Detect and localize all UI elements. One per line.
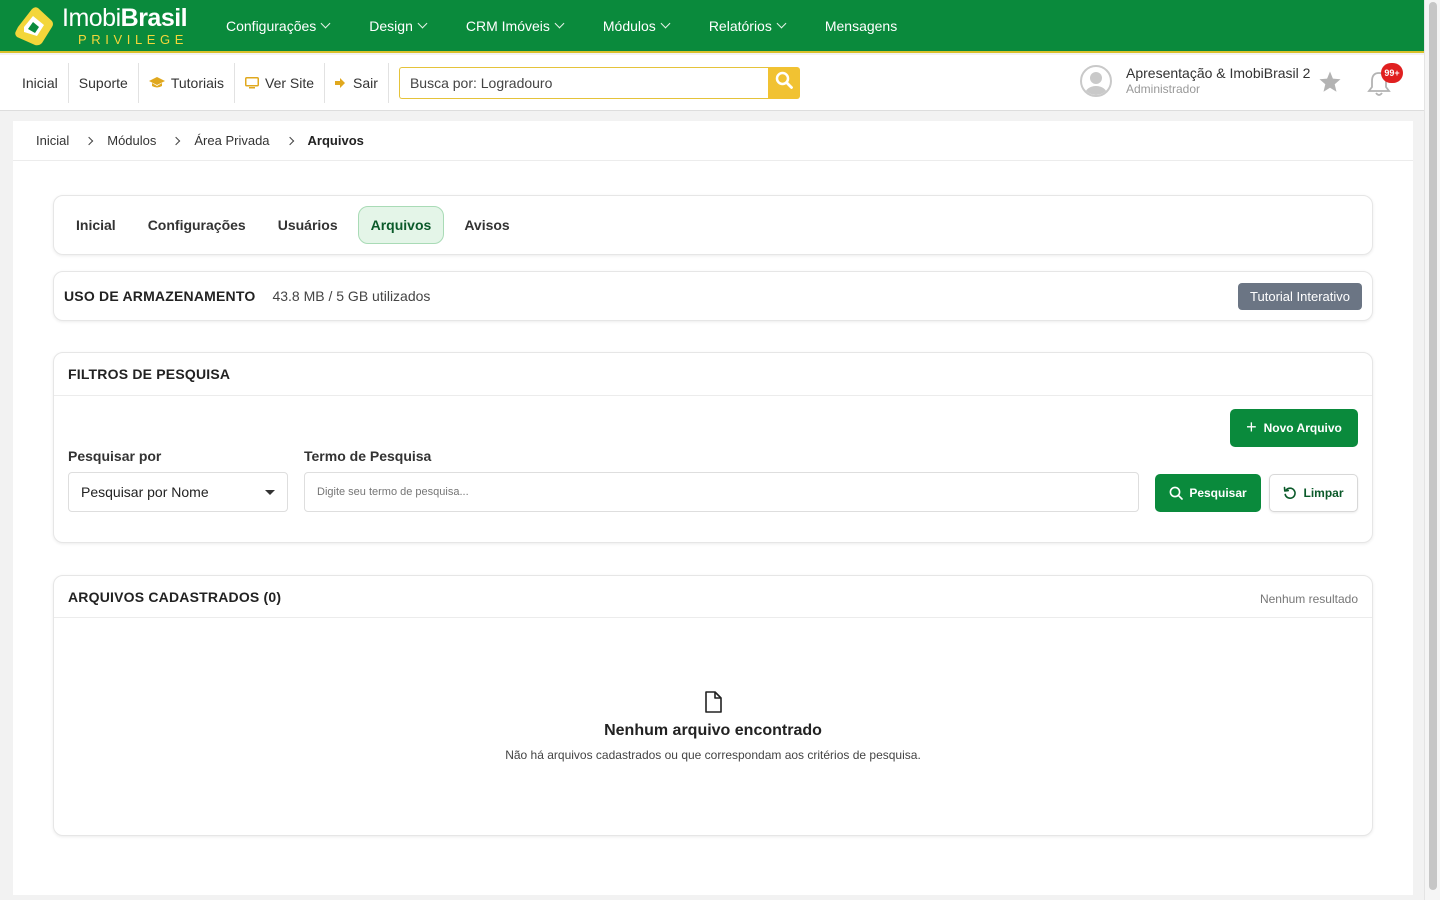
nav-relatorios[interactable]: Relatórios	[709, 18, 787, 34]
brand-logo[interactable]: ImobiBrasil PRIVILEGE	[12, 2, 202, 50]
user-role: Administrador	[1126, 82, 1201, 97]
breadcrumb-item-inicial[interactable]: Inicial	[36, 133, 69, 148]
chevron-down-icon	[660, 18, 671, 29]
new-file-button[interactable]: + Novo Arquivo	[1230, 409, 1358, 447]
clear-button[interactable]: Limpar	[1269, 474, 1358, 512]
nav-crm-imoveis[interactable]: CRM Imóveis	[466, 18, 565, 34]
toolbar-link-suporte[interactable]: Suporte	[69, 62, 139, 103]
chevron-right-icon	[285, 136, 294, 145]
breadcrumb-item-area-privada[interactable]: Área Privada	[194, 133, 269, 148]
tab-configuracoes[interactable]: Configurações	[136, 206, 258, 244]
empty-state-description: Não há arquivos cadastrados ou que corre…	[505, 748, 921, 762]
user-menu[interactable]: Apresentação & ImobiBrasil 2 Administrad…	[1080, 65, 1310, 97]
chevron-down-icon	[554, 18, 565, 29]
global-search	[398, 66, 800, 99]
top-navbar: ImobiBrasil PRIVILEGE Configurações Desi…	[0, 0, 1424, 53]
tutorial-interativo-button[interactable]: Tutorial Interativo	[1238, 283, 1362, 310]
storage-value: 43.8 MB / 5 GB utilizados	[272, 288, 431, 304]
graduation-cap-icon	[148, 76, 165, 89]
search-icon	[775, 71, 793, 94]
main-content: Inicial Módulos Área Privada Arquivos In…	[13, 121, 1413, 895]
logo-tagline: PRIVILEGE	[78, 31, 189, 47]
plus-icon: +	[1246, 416, 1257, 437]
results-title: ARQUIVOS CADASTRADOS (0)	[54, 576, 1372, 618]
file-icon	[704, 691, 722, 718]
breadcrumb: Inicial Módulos Área Privada Arquivos	[13, 121, 1413, 161]
module-tabs: Inicial Configurações Usuários Arquivos …	[53, 195, 1373, 255]
files-results-panel: ARQUIVOS CADASTRADOS (0) Nenhum resultad…	[53, 575, 1373, 836]
global-search-button[interactable]	[767, 66, 800, 99]
search-term-label: Termo de Pesquisa	[304, 448, 432, 464]
main-nav: Configurações Design CRM Imóveis Módulos…	[226, 0, 937, 51]
tab-arquivos[interactable]: Arquivos	[357, 206, 445, 244]
tab-usuarios[interactable]: Usuários	[266, 206, 350, 244]
caret-down-icon	[265, 490, 275, 495]
reset-icon	[1283, 486, 1297, 500]
search-by-select[interactable]: Pesquisar por Nome	[68, 472, 288, 512]
chevron-right-icon	[85, 136, 94, 145]
storage-label: USO DE ARMAZENAMENTO	[64, 288, 256, 304]
sign-out-icon	[335, 77, 347, 88]
empty-state-title: Nenhum arquivo encontrado	[604, 722, 822, 739]
tab-avisos[interactable]: Avisos	[452, 206, 521, 244]
search-icon	[1169, 486, 1184, 500]
tab-inicial[interactable]: Inicial	[64, 206, 128, 244]
chevron-down-icon	[417, 18, 428, 29]
page-scrollbar[interactable]	[1424, 0, 1440, 900]
search-by-label: Pesquisar por	[68, 448, 162, 464]
user-name: Apresentação & ImobiBrasil 2	[1126, 65, 1311, 82]
nav-design[interactable]: Design	[369, 18, 428, 34]
chevron-right-icon	[172, 136, 181, 145]
notification-badge: 99+	[1381, 63, 1403, 83]
search-button[interactable]: Pesquisar	[1155, 474, 1261, 512]
search-filters-panel: FILTROS DE PESQUISA + Novo Arquivo Pesqu…	[53, 352, 1373, 543]
avatar	[1080, 65, 1112, 97]
toolbar-link-inicial[interactable]: Inicial	[0, 62, 69, 103]
toolbar-link-sair[interactable]: Sair	[325, 62, 389, 103]
nav-mensagens[interactable]: Mensagens	[825, 18, 897, 34]
breadcrumb-item-arquivos: Arquivos	[307, 133, 364, 148]
nav-modulos[interactable]: Módulos	[603, 18, 671, 34]
storage-usage-panel: USO DE ARMAZENAMENTO 43.8 MB / 5 GB util…	[53, 271, 1373, 321]
logo-wordmark: ImobiBrasil	[62, 3, 188, 32]
nav-configuracoes[interactable]: Configurações	[226, 18, 331, 34]
global-search-input[interactable]	[398, 66, 768, 99]
toolbar-link-ver-site[interactable]: Ver Site	[235, 62, 326, 103]
secondary-toolbar: Inicial Suporte Tutoriais Ver Site Sair …	[0, 55, 1424, 111]
chevron-down-icon	[320, 18, 331, 29]
monitor-icon	[245, 76, 260, 89]
breadcrumb-item-modulos[interactable]: Módulos	[107, 133, 156, 148]
empty-state: Nenhum arquivo encontrado Não há arquivo…	[54, 691, 1372, 762]
star-icon[interactable]	[1318, 70, 1342, 99]
toolbar-link-tutoriais[interactable]: Tutoriais	[139, 62, 236, 103]
logo-mark-icon	[12, 5, 56, 47]
search-term-input[interactable]	[304, 472, 1139, 512]
filters-title: FILTROS DE PESQUISA	[54, 353, 1372, 396]
results-count: Nenhum resultado	[1259, 592, 1358, 606]
scrollbar-thumb[interactable]	[1429, 2, 1437, 890]
chevron-down-icon	[776, 18, 787, 29]
